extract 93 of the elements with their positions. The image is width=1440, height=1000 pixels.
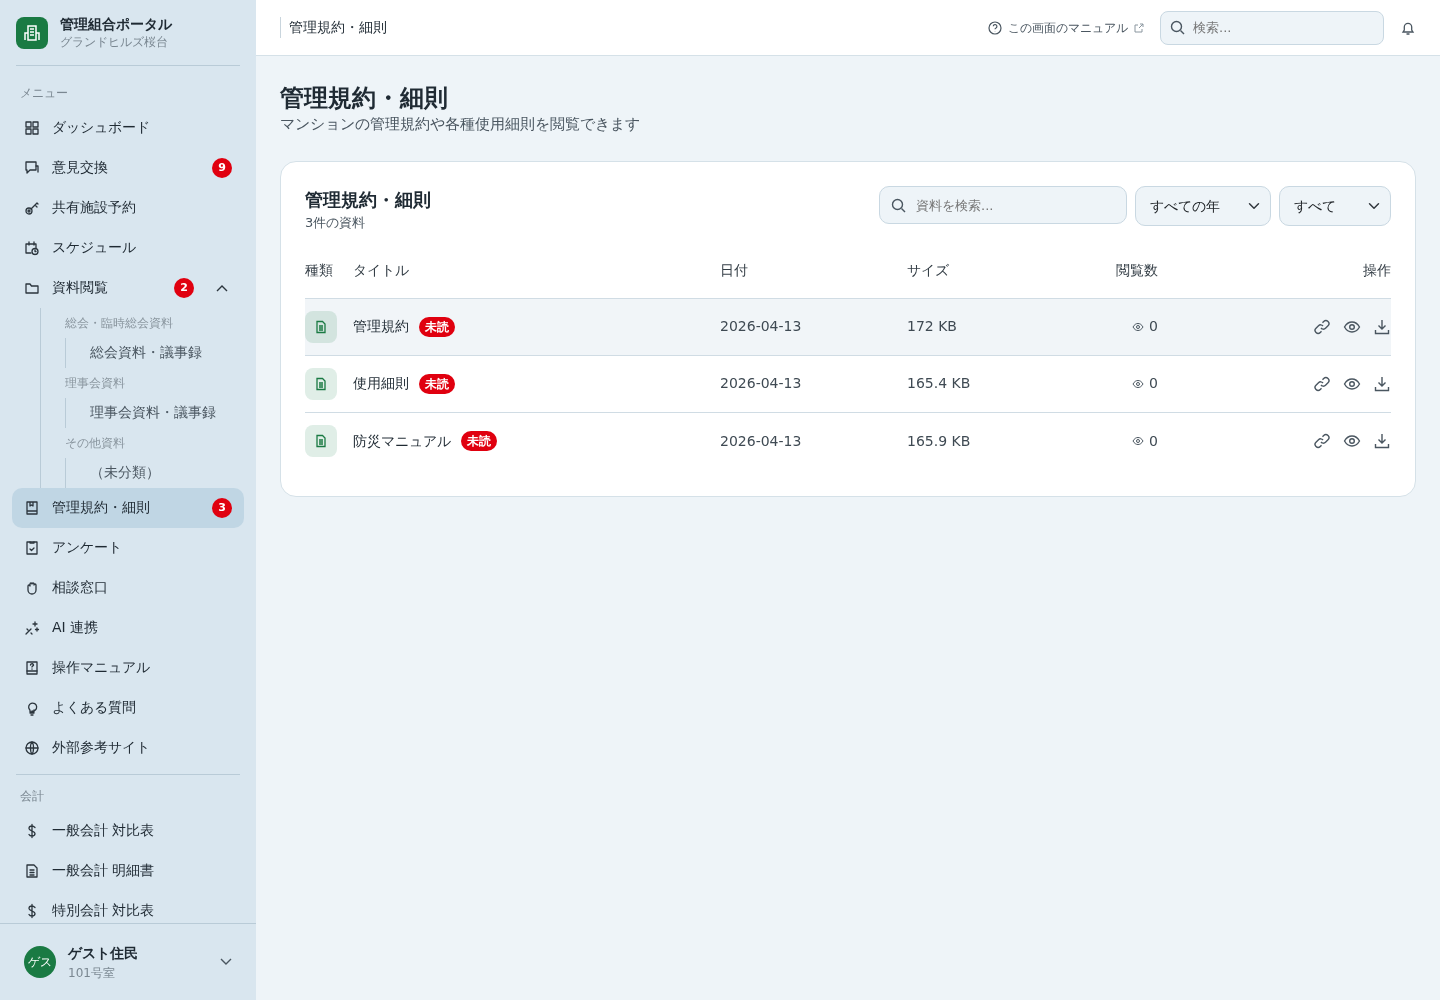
group-label: その他資料: [65, 434, 126, 452]
search-icon: [1170, 20, 1185, 35]
date-cell-text: 2026-04-13: [720, 431, 803, 451]
manual-link[interactable]: この画面のマニュアル: [988, 18, 1144, 37]
grid-icon: [24, 119, 40, 136]
card-title: 管理規約・細則: [305, 188, 432, 213]
group-label: 理事会資料: [65, 374, 126, 392]
user-avatar: ゲス: [24, 946, 56, 978]
nav-item[interactable]: よくある質問: [12, 687, 244, 728]
filter-select[interactable]: すべて: [1279, 186, 1391, 227]
calendar-clock-icon: [24, 239, 40, 256]
globe-icon: [24, 739, 40, 756]
count-badge: 9: [212, 157, 232, 178]
date-cell-text: 2026-04-13: [720, 317, 803, 337]
document-search-field[interactable]: 資料を検索...: [879, 186, 1127, 225]
eye-icon: [1132, 436, 1145, 447]
download-button[interactable]: [1373, 374, 1391, 393]
document-icon: [24, 862, 40, 879]
search-icon: [891, 197, 906, 213]
nav-item[interactable]: 相談窓口: [12, 567, 244, 608]
document-icon: [305, 310, 337, 343]
document-title: 管理規約: [353, 317, 409, 337]
table-row[interactable]: 使用細則 未読 2026-04-13 165.4 KB 0: [305, 355, 1391, 413]
link-button[interactable]: [1313, 317, 1331, 336]
sub-nav-item[interactable]: （未分類）: [90, 457, 244, 488]
document-title: 防災マニュアル: [353, 431, 451, 451]
date-cell-text: 2026-04-13: [720, 374, 803, 394]
nav-item[interactable]: アンケート: [12, 527, 244, 568]
chat-icon: [24, 159, 40, 176]
size-cell-text: 165.4 KB: [907, 374, 972, 394]
count-badge: 2: [174, 277, 194, 298]
nav-item[interactable]: 特別会計 対比表: [12, 890, 244, 923]
view-count: 0: [1149, 374, 1158, 394]
table-row[interactable]: 管理規約 未読 2026-04-13 172 KB 0: [305, 298, 1391, 356]
table-row[interactable]: 防災マニュアル 未読 2026-04-13 165.9 KB 0: [305, 412, 1391, 470]
nav-item[interactable]: スケジュール: [12, 227, 244, 268]
nav-item[interactable]: 外部参考サイト: [12, 727, 244, 768]
nav-item[interactable]: 管理規約・細則 3: [12, 487, 244, 528]
help-icon: [988, 20, 1002, 35]
breadcrumb: 管理規約・細則: [280, 17, 972, 38]
view-count: 0: [1149, 317, 1158, 337]
nav-item[interactable]: 共有施設予約: [12, 187, 244, 228]
nav-item[interactable]: 資料閲覧 2: [12, 267, 244, 308]
size-cell-text: 172 KB: [907, 317, 958, 337]
column-header: サイズ: [907, 260, 950, 280]
column-header: 種類: [305, 260, 334, 280]
nav-item[interactable]: 意見交換 9: [12, 147, 244, 188]
link-button[interactable]: [1313, 432, 1331, 451]
sub-nav-item[interactable]: 総会資料・議事録: [90, 337, 244, 368]
nav-item[interactable]: ダッシュボード: [12, 107, 244, 148]
unread-badge: 未読: [461, 431, 497, 452]
section-label: メニュー: [19, 84, 69, 102]
page-title: 管理規約・細則: [280, 84, 449, 113]
document-count: 3件の資料: [305, 214, 367, 233]
external-link-icon: [1134, 22, 1144, 33]
eye-icon: [1132, 321, 1145, 332]
unread-badge: 未読: [419, 373, 455, 394]
document-title: 使用細則: [353, 374, 409, 394]
column-header: 日付: [720, 260, 749, 280]
group-label: 総会・臨時総会資料: [65, 314, 174, 332]
user-name: ゲスト住民: [68, 943, 139, 963]
size-cell-text: 165.9 KB: [907, 431, 972, 451]
link-button[interactable]: [1313, 374, 1331, 393]
sparkles-icon: [24, 619, 40, 636]
nav-item[interactable]: 一般会計 明細書: [12, 850, 244, 891]
chevron-up-icon[interactable]: [216, 283, 228, 292]
filter-select[interactable]: すべての年: [1135, 186, 1271, 227]
view-count: 0: [1149, 431, 1158, 451]
chevron-down-icon[interactable]: [220, 958, 232, 966]
page-subtitle: マンションの管理規約や各種使用細則を閲覧できます: [280, 113, 641, 135]
document-icon: [305, 367, 337, 400]
unread-badge: 未読: [419, 316, 455, 337]
sub-nav-item[interactable]: 理事会資料・議事録: [90, 397, 244, 428]
search-field[interactable]: 検索...: [1160, 10, 1384, 45]
count-badge: 3: [212, 497, 232, 518]
download-button[interactable]: [1373, 432, 1391, 451]
logo-icon: [16, 17, 48, 50]
column-header: 閲覧数: [1115, 260, 1158, 280]
column-header: 操作: [1362, 260, 1391, 280]
nav-item[interactable]: 一般会計 対比表: [12, 810, 244, 851]
download-button[interactable]: [1373, 317, 1391, 336]
document-icon: [305, 425, 337, 458]
room-number: 101号室: [68, 964, 116, 982]
building-name: グランドヒルズ桜台: [60, 33, 169, 51]
nav-item[interactable]: 操作マニュアル: [12, 647, 244, 688]
question-book-icon: [24, 659, 40, 676]
book-icon: [24, 499, 40, 516]
eye-icon: [1132, 378, 1145, 389]
section-label: 会計: [19, 787, 45, 805]
clipboard-check-icon: [24, 539, 40, 556]
nav-item[interactable]: AI 連携: [12, 607, 244, 648]
column-header: タイトル: [353, 260, 410, 280]
portal-title: 管理組合ポータル: [60, 16, 172, 33]
